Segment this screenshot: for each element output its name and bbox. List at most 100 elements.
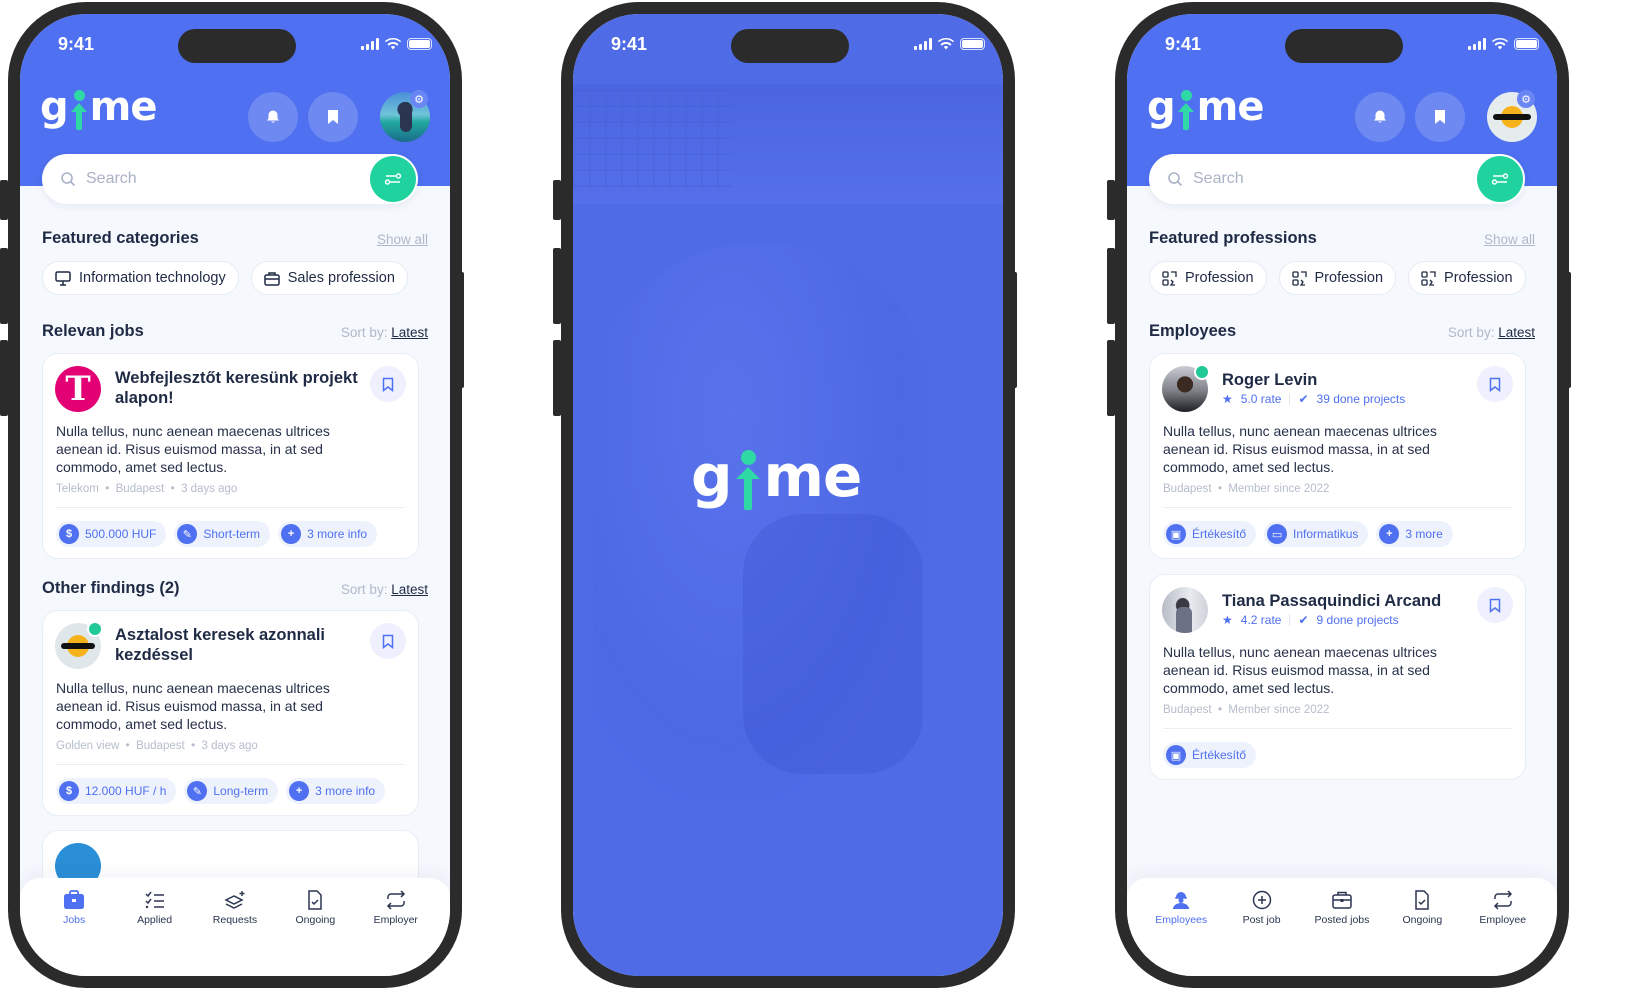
- settings-badge-icon[interactable]: ⚙: [410, 90, 428, 108]
- profession-chip-label: Profession: [1444, 270, 1513, 286]
- job-posted: 3 days ago: [181, 483, 238, 495]
- dollar-icon: $: [59, 524, 79, 544]
- phone-jobs: 9:41 g me ⚙ Search Featured categories S…: [0, 0, 470, 990]
- job-card[interactable]: Asztalost keresek azonnali kezdéssel Nul…: [42, 610, 419, 816]
- bookmark-button[interactable]: [1477, 587, 1513, 623]
- sort-control[interactable]: Sort by: Latest: [341, 582, 428, 597]
- employee-card[interactable]: Roger Levin ★ 5.0 rate ✔ 39 done projects …: [1149, 353, 1526, 559]
- search-input[interactable]: Search: [1193, 170, 1244, 188]
- nav-ongoing[interactable]: Ongoing: [1387, 878, 1457, 976]
- bookmark-button[interactable]: [370, 623, 406, 659]
- logo-person-icon: [69, 90, 89, 130]
- company-logo-telekom: T: [55, 366, 101, 412]
- file-check-icon: [1415, 890, 1430, 910]
- checklist-icon: [145, 891, 164, 909]
- settings-badge-icon[interactable]: ⚙: [1517, 90, 1535, 108]
- filter-button[interactable]: [370, 156, 416, 202]
- sort-value[interactable]: Latest: [391, 582, 428, 597]
- nav-label: Employer: [373, 914, 418, 926]
- nav-posted-jobs[interactable]: Posted jobs: [1307, 878, 1377, 976]
- profession-chip[interactable]: Profession: [1149, 261, 1267, 295]
- employee-description: Nulla tellus, nunc aenean maecenas ultri…: [1163, 423, 1437, 475]
- category-chip[interactable]: Information technology: [42, 261, 239, 295]
- show-all-link[interactable]: Show all: [377, 232, 428, 247]
- tag-salary[interactable]: $500.000 HUF: [56, 521, 167, 547]
- nav-employee[interactable]: Employee: [1468, 878, 1538, 976]
- tag-label: 3 more info: [315, 784, 376, 798]
- category-chips: Information technology Sales profession: [42, 261, 408, 295]
- employee-name[interactable]: Tiana Passaquindici Arcand: [1222, 591, 1482, 611]
- nav-ongoing[interactable]: Ongoing: [280, 878, 350, 976]
- show-all-label[interactable]: Show all: [377, 232, 428, 247]
- featured-categories-title: Featured categories: [42, 229, 199, 247]
- tag-more[interactable]: +3 more: [1376, 521, 1453, 547]
- employee-name[interactable]: Roger Levin: [1222, 370, 1472, 390]
- employee-meta: Budapest • Member since 2022: [1163, 483, 1330, 495]
- job-company: Golden view: [56, 740, 120, 752]
- tag-term[interactable]: ✎ Short-term: [174, 521, 271, 547]
- employees-title: Employees: [1149, 322, 1237, 340]
- sort-value[interactable]: Latest: [391, 325, 428, 340]
- volume-down-button: [1107, 340, 1115, 416]
- nav-requests[interactable]: Requests: [200, 878, 270, 976]
- employee-card[interactable]: Tiana Passaquindici Arcand ★ 4.2 rate ✔ 9 …: [1149, 574, 1526, 780]
- bookmark-button[interactable]: [370, 366, 406, 402]
- nav-label: Ongoing: [295, 914, 336, 926]
- action-button: [1107, 180, 1115, 220]
- bottom-nav: Jobs Applied Requests Ongoing Employer: [20, 878, 450, 976]
- logo-text-me: me: [89, 84, 158, 130]
- notifications-button[interactable]: [1355, 92, 1405, 142]
- logo-text-me: me: [763, 442, 863, 510]
- app-logo: g me: [40, 84, 158, 130]
- nav-employees[interactable]: Employees: [1146, 878, 1216, 976]
- tag-term[interactable]: ✎ Long-term: [184, 778, 279, 804]
- show-all-link[interactable]: Show all: [1484, 232, 1535, 247]
- profession-chip[interactable]: Profession: [1278, 261, 1397, 295]
- profession-icon: [1421, 270, 1436, 286]
- job-card[interactable]: T Webfejlesztőt keresünk projekt alapon!…: [42, 353, 419, 559]
- logo-text-me: me: [1196, 84, 1265, 130]
- search-bar[interactable]: Search: [1149, 154, 1525, 204]
- tag-more-info[interactable]: +3 more info: [278, 521, 378, 547]
- plus-icon: +: [289, 781, 310, 801]
- tag-more-info[interactable]: +3 more info: [286, 778, 386, 804]
- layers-plus-icon: [224, 891, 245, 909]
- sort-value[interactable]: Latest: [1498, 325, 1535, 340]
- dynamic-island: [731, 29, 849, 63]
- check-badge-icon: ✔: [1298, 613, 1309, 627]
- search-input[interactable]: Search: [86, 170, 137, 188]
- profession-icon: [1162, 270, 1177, 286]
- category-chip[interactable]: Sales profession: [250, 261, 408, 295]
- wifi-icon: [1492, 38, 1508, 50]
- tag-profession[interactable]: ▣ Értékesítő: [1163, 521, 1257, 547]
- saved-button[interactable]: [308, 92, 358, 142]
- notifications-button[interactable]: [248, 92, 298, 142]
- tag-profession[interactable]: ▣ Értékesítő: [1163, 742, 1257, 768]
- bookmark-button[interactable]: [1477, 366, 1513, 402]
- profession-icon: [1291, 270, 1307, 286]
- job-title[interactable]: Webfejlesztőt keresünk projekt alapon!: [115, 368, 365, 408]
- tag-label: 500.000 HUF: [85, 527, 157, 541]
- nav-applied[interactable]: Applied: [120, 878, 190, 976]
- dynamic-island: [178, 29, 296, 63]
- filter-button[interactable]: [1477, 156, 1523, 202]
- profession-chip-label: Profession: [1185, 270, 1254, 286]
- nav-jobs[interactable]: Jobs: [39, 878, 109, 976]
- tag-profession[interactable]: ▭ Informatikus: [1264, 521, 1369, 547]
- tag-salary[interactable]: $12.000 HUF / h: [56, 778, 177, 804]
- show-all-label[interactable]: Show all: [1484, 232, 1535, 247]
- sort-control[interactable]: Sort by: Latest: [341, 325, 428, 340]
- job-title[interactable]: Asztalost keresek azonnali kezdéssel: [115, 625, 365, 665]
- sort-control[interactable]: Sort by: Latest: [1448, 325, 1535, 340]
- bookmark-icon: [328, 110, 338, 124]
- bell-icon: [1374, 110, 1386, 123]
- saved-button[interactable]: [1415, 92, 1465, 142]
- sort-label: Sort by:: [340, 582, 388, 597]
- profession-chip[interactable]: Profession: [1408, 261, 1526, 295]
- background-photo-apron: [743, 514, 923, 774]
- employee-tags: ▣ Értékesítő ▭ Informatikus +3 more: [1163, 521, 1453, 547]
- nav-employer[interactable]: Employer: [361, 878, 431, 976]
- nav-post-job[interactable]: Post job: [1227, 878, 1297, 976]
- job-description: Nulla tellus, nunc aenean maecenas ultri…: [56, 423, 330, 475]
- search-bar[interactable]: Search: [42, 154, 418, 204]
